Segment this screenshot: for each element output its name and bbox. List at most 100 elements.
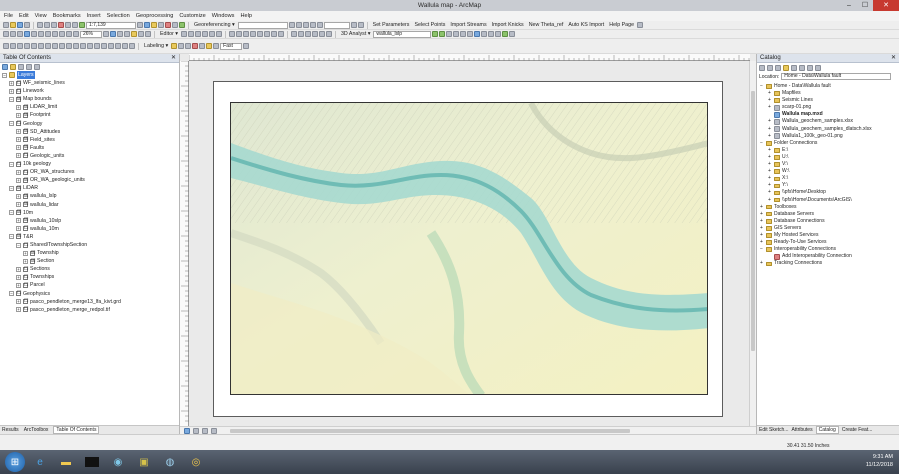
catalog-item[interactable]: + Wallula1_100k_geo-01.png — [760, 133, 899, 140]
layout-tool-icon[interactable] — [80, 43, 86, 49]
toc-layer-row[interactable]: + ☐ OR_WA_structures — [2, 168, 179, 176]
layout-tool-icon[interactable] — [31, 43, 37, 49]
taskbar-arcmap-icon[interactable]: ▣ — [133, 452, 155, 472]
toc-layer-row[interactable]: + ☑ LiDAR_limit — [2, 103, 179, 111]
topology-tool-icon[interactable] — [304, 31, 311, 37]
expand-toggle-icon[interactable]: + — [16, 218, 21, 224]
set-parameters-button[interactable]: Set Parameters — [373, 22, 410, 28]
toc-layer-row[interactable]: − ☐ Geophysics — [2, 290, 179, 298]
toc-layer-row[interactable]: + ☐ WF_seismic_lines — [2, 79, 179, 87]
layout-tool-icon[interactable] — [24, 43, 30, 49]
label-manager-icon[interactable] — [171, 43, 178, 49]
expand-toggle-icon[interactable]: + — [9, 88, 14, 94]
expand-toggle-icon[interactable]: + — [9, 80, 14, 86]
expand-toggle-icon[interactable]: − — [16, 242, 21, 248]
toc-window-icon[interactable] — [144, 22, 150, 28]
time-slider-icon[interactable] — [145, 31, 151, 37]
catalog-window-icon[interactable] — [151, 22, 157, 28]
catalog-item[interactable]: + E:\ — [760, 147, 899, 154]
list-by-selection-icon[interactable] — [26, 64, 32, 70]
expand-toggle-icon[interactable]: + — [16, 137, 21, 143]
toc-layer-row[interactable]: + ☐ pasco_pendleton_merge13_lfa_kivt.grd — [2, 298, 179, 306]
catalog-item[interactable]: + Ready-To-Use Services — [760, 239, 899, 246]
edit-sketch-tab[interactable]: Edit Sketch... — [759, 427, 788, 433]
list-by-visibility-icon[interactable] — [18, 64, 24, 70]
select-elements-icon[interactable] — [103, 31, 109, 37]
dropdown-icon[interactable] — [243, 43, 250, 49]
menu-geoprocessing[interactable]: Geoprocessing — [136, 13, 174, 19]
expand-toggle-icon[interactable]: + — [16, 104, 21, 110]
menu-bookmarks[interactable]: Bookmarks — [53, 13, 81, 19]
3d-tool-icon[interactable] — [481, 31, 488, 37]
toc-layer-row[interactable]: + ☑ SD_Attitudes — [2, 128, 179, 136]
toc-layer-row[interactable]: + ☐ pasco_pendleton_merge_redpol.tif — [2, 306, 179, 314]
draw-tool-icon[interactable] — [228, 31, 235, 37]
expand-toggle-icon[interactable]: − — [9, 121, 14, 127]
layer-visibility-checkbox[interactable]: ☐ — [23, 169, 28, 175]
expand-toggle-icon[interactable]: − — [9, 96, 14, 102]
toc-layer-row[interactable]: − ☑ Map bounds — [2, 95, 179, 103]
georef-tool-icon[interactable] — [295, 22, 302, 28]
expand-toggle-icon[interactable]: − — [9, 291, 14, 297]
catalog-item[interactable]: + Toolboxes — [760, 204, 899, 211]
expand-toggle-icon[interactable]: − — [9, 185, 14, 191]
georef-tool-icon[interactable] — [288, 22, 295, 28]
hyperlink-icon[interactable] — [131, 31, 137, 37]
layer-visibility-checkbox[interactable]: ☑ — [23, 218, 28, 224]
catalog-item[interactable]: Wallula map.mxd — [760, 111, 899, 118]
toc-layer-row[interactable]: + ☑ wallula_lidar — [2, 201, 179, 209]
layer-visibility-checkbox[interactable]: ☑ — [23, 113, 28, 119]
toc-layer-row[interactable]: + ☑ wallula_10slp — [2, 217, 179, 225]
maximize-button[interactable]: ☐ — [857, 0, 873, 11]
taskbar-cmd-icon[interactable] — [81, 452, 103, 472]
expand-toggle-icon[interactable]: + — [16, 177, 21, 183]
catalog-item[interactable]: + W:\ — [760, 168, 899, 175]
copy-icon[interactable] — [44, 22, 50, 28]
toc-layer-row[interactable]: − ☑ LiDAR — [2, 184, 179, 192]
layer-visibility-checkbox[interactable]: ☑ — [30, 250, 35, 256]
topology-tool-icon[interactable] — [311, 31, 318, 37]
layer-visibility-checkbox[interactable]: ☑ — [23, 104, 28, 110]
toc-layer-row[interactable]: − Layers — [2, 71, 179, 80]
forward-icon[interactable] — [767, 64, 773, 71]
list-by-drawing-order-icon[interactable] — [2, 64, 8, 70]
taskbar-chrome-icon[interactable]: ◎ — [185, 452, 207, 472]
toc-layer-row[interactable]: + ☐ Sections — [2, 265, 179, 273]
layout-tool-icon[interactable] — [66, 43, 72, 49]
georef-tool-icon[interactable] — [316, 22, 323, 28]
label-tool-icon[interactable] — [199, 43, 206, 49]
layer-visibility-checkbox[interactable]: ☐ — [23, 153, 28, 159]
identify-icon[interactable] — [110, 31, 116, 37]
layout-view[interactable] — [180, 54, 756, 434]
labeling-menu[interactable]: Labeling ▾ — [144, 43, 168, 49]
close-button[interactable]: ✕ — [873, 0, 899, 11]
toc-layer-row[interactable]: + ☐ Geologic_units — [2, 152, 179, 160]
toc-layer-row[interactable]: + ☑ Faults — [2, 144, 179, 152]
toc-layer-row[interactable]: + ☑ Field_sites — [2, 136, 179, 144]
3d-tool-icon[interactable] — [488, 31, 495, 37]
layer-visibility-checkbox[interactable]: ☑ — [30, 258, 35, 264]
georef-tool-icon[interactable] — [309, 22, 316, 28]
layer-visibility-checkbox[interactable]: ☐ — [16, 291, 21, 297]
select-points-button[interactable]: Select Points — [414, 22, 445, 28]
3d-tool-icon[interactable] — [474, 31, 481, 37]
horizontal-scrollbar[interactable] — [180, 426, 756, 434]
vertical-scroll-thumb[interactable] — [751, 91, 755, 351]
georef-tool-icon[interactable] — [357, 22, 364, 28]
toc-layer-row[interactable]: + ☐ Linework — [2, 87, 179, 95]
catalog-item[interactable]: + GIS Servers — [760, 225, 899, 232]
catalog-item[interactable]: + \\pfs\Home\Documents\ArcGIS\ — [760, 197, 899, 204]
topology-tool-icon[interactable] — [290, 31, 297, 37]
label-tool-icon[interactable] — [178, 43, 185, 49]
layout-tool-icon[interactable] — [94, 43, 100, 49]
layer-visibility-checkbox[interactable]: ☐ — [23, 307, 28, 313]
catalog-item[interactable]: + U:\ — [760, 154, 899, 161]
expand-toggle-icon[interactable]: + — [16, 113, 21, 119]
layout-zoom-page-icon[interactable] — [73, 31, 79, 37]
layout-zoom-combo[interactable]: 26% — [80, 30, 102, 38]
catalog-item[interactable]: + Database Servers — [760, 211, 899, 218]
arctoolbox-tab[interactable]: ArcToolbox — [24, 427, 49, 433]
python-window-icon[interactable] — [172, 22, 178, 28]
draw-tool-icon[interactable] — [263, 31, 270, 37]
cut-icon[interactable] — [37, 22, 43, 28]
